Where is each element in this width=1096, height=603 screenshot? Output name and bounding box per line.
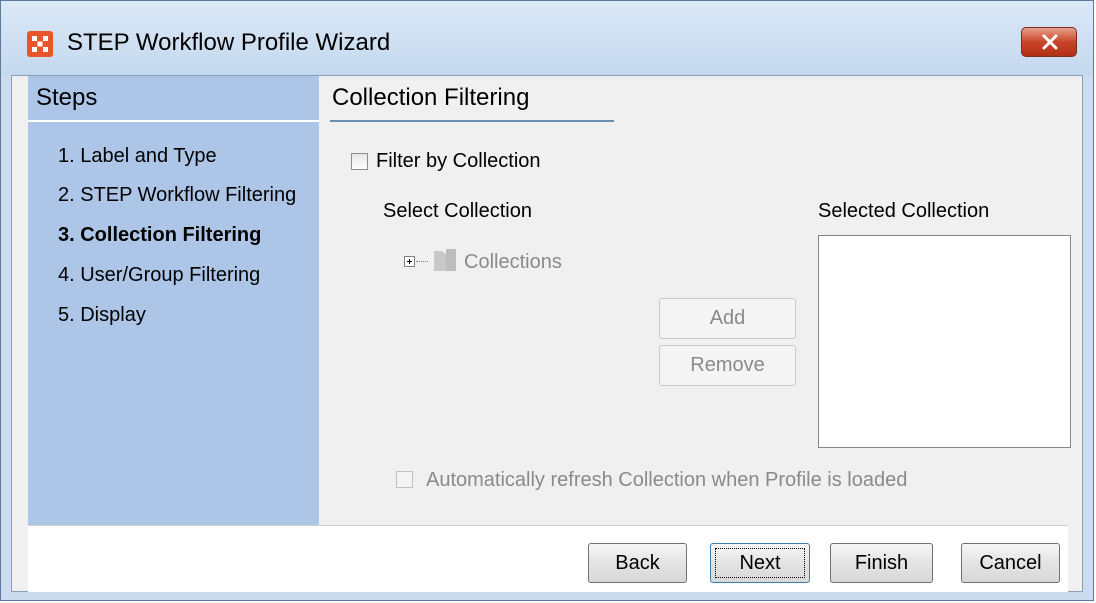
selected-collection-list[interactable] [818,235,1071,448]
step-label-and-type: 1. Label and Type [58,145,217,167]
tree-expand-toggle[interactable] [404,256,415,267]
auto-refresh-checkbox[interactable] [396,471,413,488]
wizard-client-area: Steps 1. Label and Type 2. STEP Workflow… [11,75,1083,592]
page-title-divider [330,120,614,122]
tree-node-collections[interactable]: Collections [464,251,562,274]
remove-button-label: Remove [690,354,765,376]
cancel-button-label: Cancel [979,551,1042,574]
wizard-footer: Back Next Finish Cancel [28,526,1068,592]
window-title: STEP Workflow Profile Wizard [67,29,391,56]
back-button[interactable]: Back [588,543,687,583]
finish-button[interactable]: Finish [830,543,933,583]
title-bar[interactable]: STEP Workflow Profile Wizard [1,1,1093,75]
steps-title: Steps [36,84,98,111]
step-display: 5. Display [58,304,146,326]
tree-connector [416,261,428,262]
app-icon [27,31,53,57]
remove-button[interactable]: Remove [659,345,796,386]
filter-by-collection-checkbox[interactable] [351,153,368,170]
steps-panel: Steps 1. Label and Type 2. STEP Workflow… [28,76,319,525]
auto-refresh-label[interactable]: Automatically refresh Collection when Pr… [426,469,907,492]
selected-collection-label: Selected Collection [818,200,990,222]
plus-icon [407,259,412,264]
close-button[interactable] [1021,27,1077,57]
step-user-group-filtering: 4. User/Group Filtering [58,264,261,286]
collection-folder-icon [432,247,458,273]
page-title: Collection Filtering [332,84,530,111]
add-button[interactable]: Add [659,298,796,339]
finish-button-label: Finish [854,551,909,574]
next-button[interactable]: Next [710,543,810,583]
filter-by-collection-label[interactable]: Filter by Collection [376,150,541,173]
wizard-window: STEP Workflow Profile Wizard Steps 1. La… [0,0,1094,601]
select-collection-label: Select Collection [383,200,532,222]
next-button-label: Next [739,551,781,574]
add-button-label: Add [709,307,746,329]
step-collection-filtering: 3. Collection Filtering [58,224,262,246]
cancel-button[interactable]: Cancel [961,543,1060,583]
steps-divider [28,120,319,122]
step-workflow-filtering: 2. STEP Workflow Filtering [58,184,297,206]
back-button-label: Back [615,551,660,574]
close-icon [1042,34,1058,50]
